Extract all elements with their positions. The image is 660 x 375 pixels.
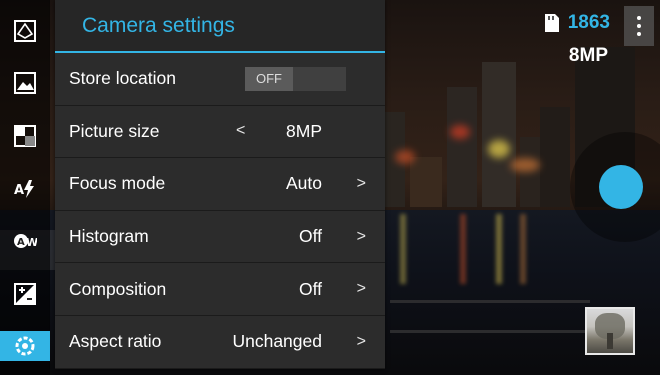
setting-row-aspect-ratio[interactable]: Aspect ratio Unchanged > [55,315,385,369]
setting-row-histogram[interactable]: Histogram Off > [55,210,385,264]
panel-header: Camera settings [55,0,385,53]
setting-value: Auto [286,173,322,194]
resolution-label: 8MP [568,45,608,66]
previous-value-button[interactable]: < [236,122,245,140]
setting-value: Off [298,226,322,247]
setting-label: Picture size [69,120,160,141]
toggle-state-label: OFF [245,66,293,91]
storage-indicator: 1863 [544,12,610,34]
menu-dot-icon [637,24,641,28]
exposure-compensation-icon[interactable] [12,281,38,307]
camera-settings-panel: Camera settings Store location OFF Pictu… [55,0,385,369]
setting-value: Unchanged [232,331,322,352]
setting-row-focus-mode[interactable]: Focus mode Auto > [55,158,385,211]
store-location-toggle[interactable]: OFF [245,66,346,91]
svg-text:W: W [26,236,37,249]
exposure-frame-icon[interactable] [12,18,38,44]
last-photo-thumbnail[interactable] [585,307,635,355]
setting-label: Aspect ratio [69,331,162,352]
next-value-button[interactable]: > [357,228,366,246]
setting-label: Focus mode [69,173,166,194]
setting-label: Histogram [69,226,149,247]
svg-text:A: A [17,237,25,248]
scene-landscape-icon[interactable] [12,70,38,96]
auto-white-balance-icon[interactable]: AW [12,228,38,254]
auto-flash-icon[interactable]: A [12,176,38,202]
settings-icon[interactable] [12,333,38,359]
setting-label: Composition [69,278,167,299]
setting-value: 8MP [286,120,322,141]
menu-dot-icon [637,32,641,36]
setting-row-store-location[interactable]: Store location OFF [55,53,385,106]
setting-label: Store location [69,68,177,89]
menu-dot-icon [637,16,641,20]
remaining-shots-count: 1863 [567,12,610,33]
sd-card-icon [544,14,559,32]
next-value-button[interactable]: > [357,175,366,193]
setting-row-composition[interactable]: Composition Off > [55,263,385,316]
setting-value: Off [298,278,322,299]
overflow-menu-button[interactable] [624,6,654,46]
next-value-button[interactable]: > [357,280,366,298]
panel-title: Camera settings [82,13,235,37]
svg-text:A: A [14,183,24,198]
white-balance-icon[interactable] [12,123,38,149]
setting-row-picture-size[interactable]: Picture size < 8MP [55,105,385,159]
next-value-button[interactable]: > [357,333,366,351]
shutter-button[interactable] [599,165,643,209]
